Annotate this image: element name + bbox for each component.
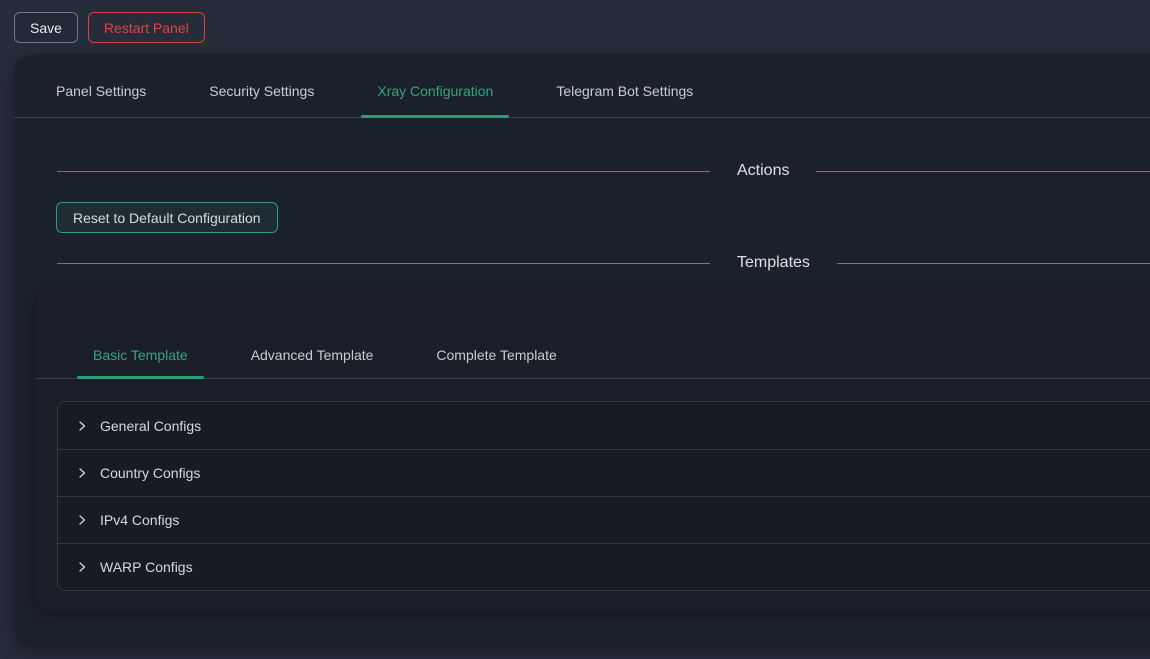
tab-advanced-template[interactable]: Advanced Template (235, 345, 390, 378)
divider-line (816, 171, 1150, 172)
tab-complete-template[interactable]: Complete Template (420, 345, 572, 378)
divider-line (57, 263, 710, 264)
actions-divider-label: Actions (710, 162, 816, 180)
collapse-item-label: Country Configs (100, 465, 200, 481)
restart-panel-button[interactable]: Restart Panel (88, 12, 205, 43)
settings-card: Panel Settings Security Settings Xray Co… (14, 55, 1150, 645)
actions-divider: Actions (57, 162, 1150, 180)
top-toolbar: Save Restart Panel (0, 0, 1150, 48)
tab-security-settings[interactable]: Security Settings (193, 81, 330, 117)
tab-basic-template[interactable]: Basic Template (77, 345, 204, 378)
collapse-item-general-configs[interactable]: General Configs (58, 402, 1150, 449)
tab-telegram-bot-settings[interactable]: Telegram Bot Settings (540, 81, 709, 117)
templates-tabbar: Basic Template Advanced Template Complet… (36, 290, 1150, 379)
config-collapse-list: General Configs Country Configs IPv4 Con… (57, 401, 1150, 591)
templates-divider: Templates (57, 254, 1150, 272)
divider-line (57, 171, 710, 172)
collapse-item-warp-configs[interactable]: WARP Configs (58, 543, 1150, 590)
collapse-item-ipv4-configs[interactable]: IPv4 Configs (58, 496, 1150, 543)
collapse-item-label: WARP Configs (100, 559, 193, 575)
tab-xray-configuration[interactable]: Xray Configuration (361, 81, 509, 117)
divider-line (837, 263, 1150, 264)
reset-to-default-button[interactable]: Reset to Default Configuration (56, 202, 278, 233)
templates-divider-label: Templates (710, 254, 837, 272)
chevron-right-icon (76, 561, 88, 573)
collapse-item-label: General Configs (100, 418, 201, 434)
chevron-right-icon (76, 514, 88, 526)
settings-tabbar: Panel Settings Security Settings Xray Co… (14, 55, 1150, 118)
templates-card: Basic Template Advanced Template Complet… (36, 290, 1150, 613)
tab-panel-settings[interactable]: Panel Settings (40, 81, 162, 117)
collapse-item-label: IPv4 Configs (100, 512, 179, 528)
save-button[interactable]: Save (14, 12, 78, 43)
chevron-right-icon (76, 420, 88, 432)
collapse-item-country-configs[interactable]: Country Configs (58, 449, 1150, 496)
chevron-right-icon (76, 467, 88, 479)
